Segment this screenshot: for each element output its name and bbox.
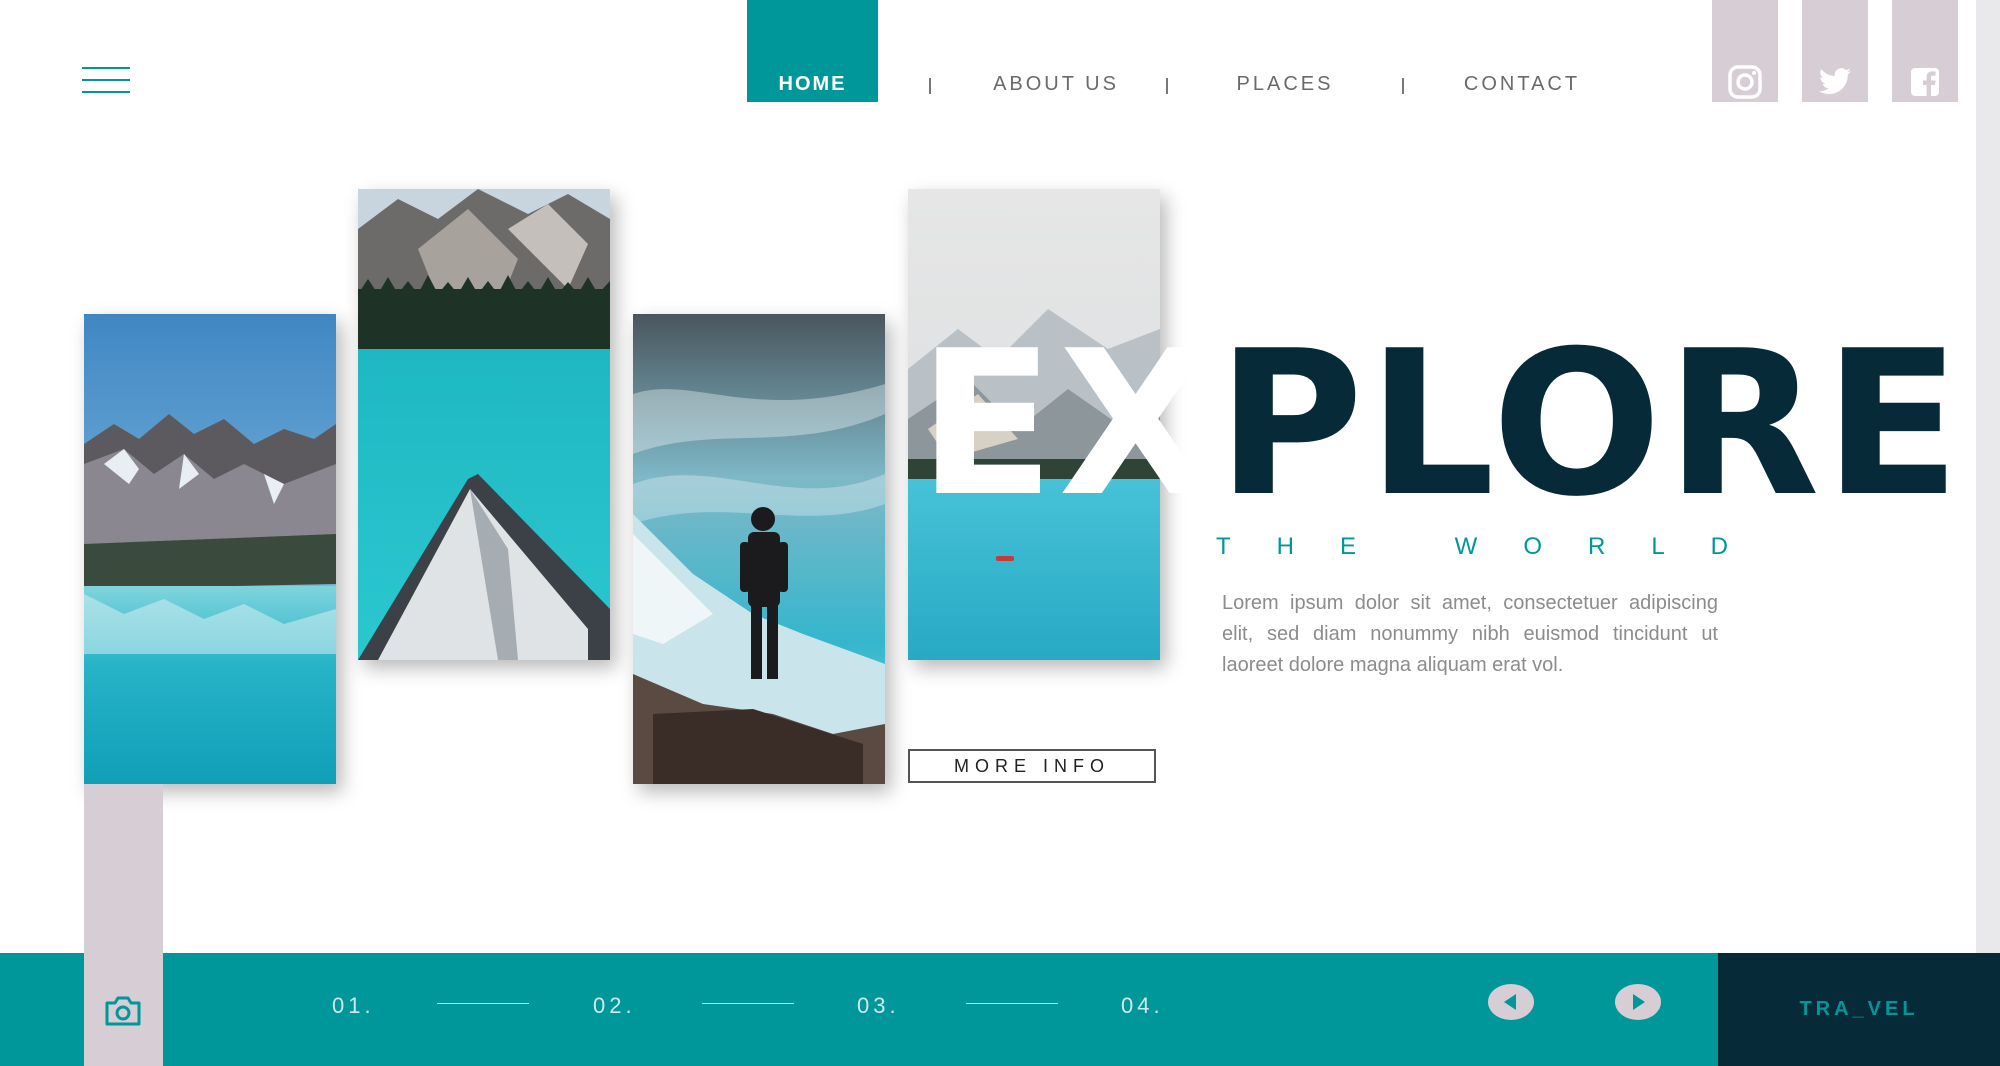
hero-title: EXPLORE <box>918 325 1964 525</box>
step-01[interactable]: 01. <box>332 993 375 1019</box>
twitter-icon <box>1819 68 1851 95</box>
twitter-button[interactable] <box>1802 0 1868 102</box>
step-03[interactable]: 03. <box>857 993 900 1019</box>
arrow-right-icon <box>1633 994 1645 1010</box>
window-edge <box>1976 0 2000 1066</box>
step-04[interactable]: 04. <box>1121 993 1164 1019</box>
nav-contact[interactable]: CONTACT <box>1452 0 1592 102</box>
hamburger-menu-icon[interactable] <box>82 67 130 93</box>
step-divider <box>702 1003 794 1004</box>
instagram-button[interactable] <box>1712 0 1778 102</box>
step-02[interactable]: 02. <box>593 993 636 1019</box>
nav-separator <box>1166 78 1168 94</box>
photo-hiker-cliff <box>633 314 885 784</box>
camera-icon[interactable] <box>103 995 143 1027</box>
nav-separator <box>929 78 931 94</box>
hero-title-rest: PLORE <box>1216 308 1965 541</box>
step-divider <box>437 1003 529 1004</box>
arrow-left-icon <box>1504 994 1516 1010</box>
photo-canoe-lake <box>358 189 610 660</box>
facebook-icon <box>1911 68 1939 96</box>
hero-subtitle: THE WORLD <box>1216 533 1774 560</box>
more-info-button[interactable]: MORE INFO <box>908 749 1156 783</box>
nav-about-us[interactable]: ABOUT US <box>966 0 1146 102</box>
instagram-icon <box>1728 65 1762 99</box>
nav-home[interactable]: HOME <box>747 0 878 102</box>
photo-mountain-lake <box>84 314 336 784</box>
facebook-button[interactable] <box>1892 0 1958 102</box>
previous-button[interactable] <box>1488 984 1534 1020</box>
hero-title-ghost: EX <box>918 308 1217 541</box>
step-divider <box>966 1003 1058 1004</box>
brand-logo: TRA_VEL <box>1718 953 2000 1066</box>
next-button[interactable] <box>1615 984 1661 1020</box>
nav-places[interactable]: PLACES <box>1220 0 1350 102</box>
hero-description: Lorem ipsum dolor sit amet, consectetuer… <box>1222 592 1718 676</box>
nav-separator <box>1402 78 1404 94</box>
